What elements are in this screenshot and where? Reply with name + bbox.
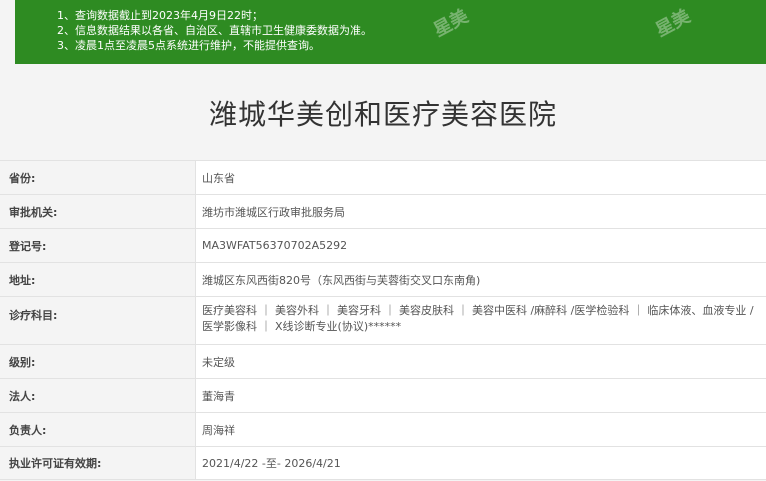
notice-banner: 1、查询数据截止到2023年4月9日22时； 2、信息数据结果以各省、自治区、直… xyxy=(15,0,766,64)
field-row-province: 省份: 山东省 xyxy=(0,160,766,194)
field-value: 山东省 xyxy=(202,171,235,185)
field-row-person-in-charge: 负责人: 周海祥 xyxy=(0,412,766,446)
field-label: 登记号: xyxy=(0,229,196,262)
field-value: 2021/4/22 -至- 2026/4/21 xyxy=(202,457,341,470)
field-label: 法人: xyxy=(0,379,196,412)
field-label: 诊疗科目: xyxy=(0,297,196,344)
field-value: 董海青 xyxy=(202,389,235,403)
field-row-level: 级别: 未定级 xyxy=(0,344,766,378)
notice-line-3: 3、凌晨1点至凌晨5点系统进行维护，不能提供查询。 xyxy=(57,39,320,52)
field-value: 周海祥 xyxy=(202,423,235,437)
hospital-name: 潍城华美创和医疗美容医院 xyxy=(208,98,557,131)
field-label: 审批机关: xyxy=(0,195,196,228)
info-table: 省份: 山东省 审批机关: 潍坊市潍城区行政审批服务局 登记号: MA3WFAT… xyxy=(0,160,766,480)
field-value: MA3WFAT56370702A5292 xyxy=(202,239,348,252)
field-row-address: 地址: 潍城区东风西街820号（东风西街与芙蓉街交叉口东南角) xyxy=(0,262,766,296)
field-value: 潍城区东风西街820号（东风西街与芙蓉街交叉口东南角) xyxy=(202,273,481,287)
field-label: 地址: xyxy=(0,263,196,296)
field-value: 潍坊市潍城区行政审批服务局 xyxy=(202,205,345,219)
field-row-license-validity: 执业许可证有效期: 2021/4/22 -至- 2026/4/21 xyxy=(0,446,766,480)
field-value: 未定级 xyxy=(202,355,235,369)
field-label: 省份: xyxy=(0,161,196,194)
field-row-registration-number: 登记号: MA3WFAT56370702A5292 xyxy=(0,228,766,262)
field-label: 负责人: xyxy=(0,413,196,446)
field-label: 级别: xyxy=(0,345,196,378)
field-row-legal-person: 法人: 董海青 xyxy=(0,378,766,412)
field-row-approval-authority: 审批机关: 潍坊市潍城区行政审批服务局 xyxy=(0,194,766,228)
field-row-departments: 诊疗科目: 医疗美容科 ｜ 美容外科 ｜ 美容牙科 ｜ 美容皮肤科 ｜ 美容中医… xyxy=(0,296,766,344)
field-label: 执业许可证有效期: xyxy=(0,447,196,479)
field-value: 医疗美容科 ｜ 美容外科 ｜ 美容牙科 ｜ 美容皮肤科 ｜ 美容中医科 /麻醉科… xyxy=(202,304,754,333)
